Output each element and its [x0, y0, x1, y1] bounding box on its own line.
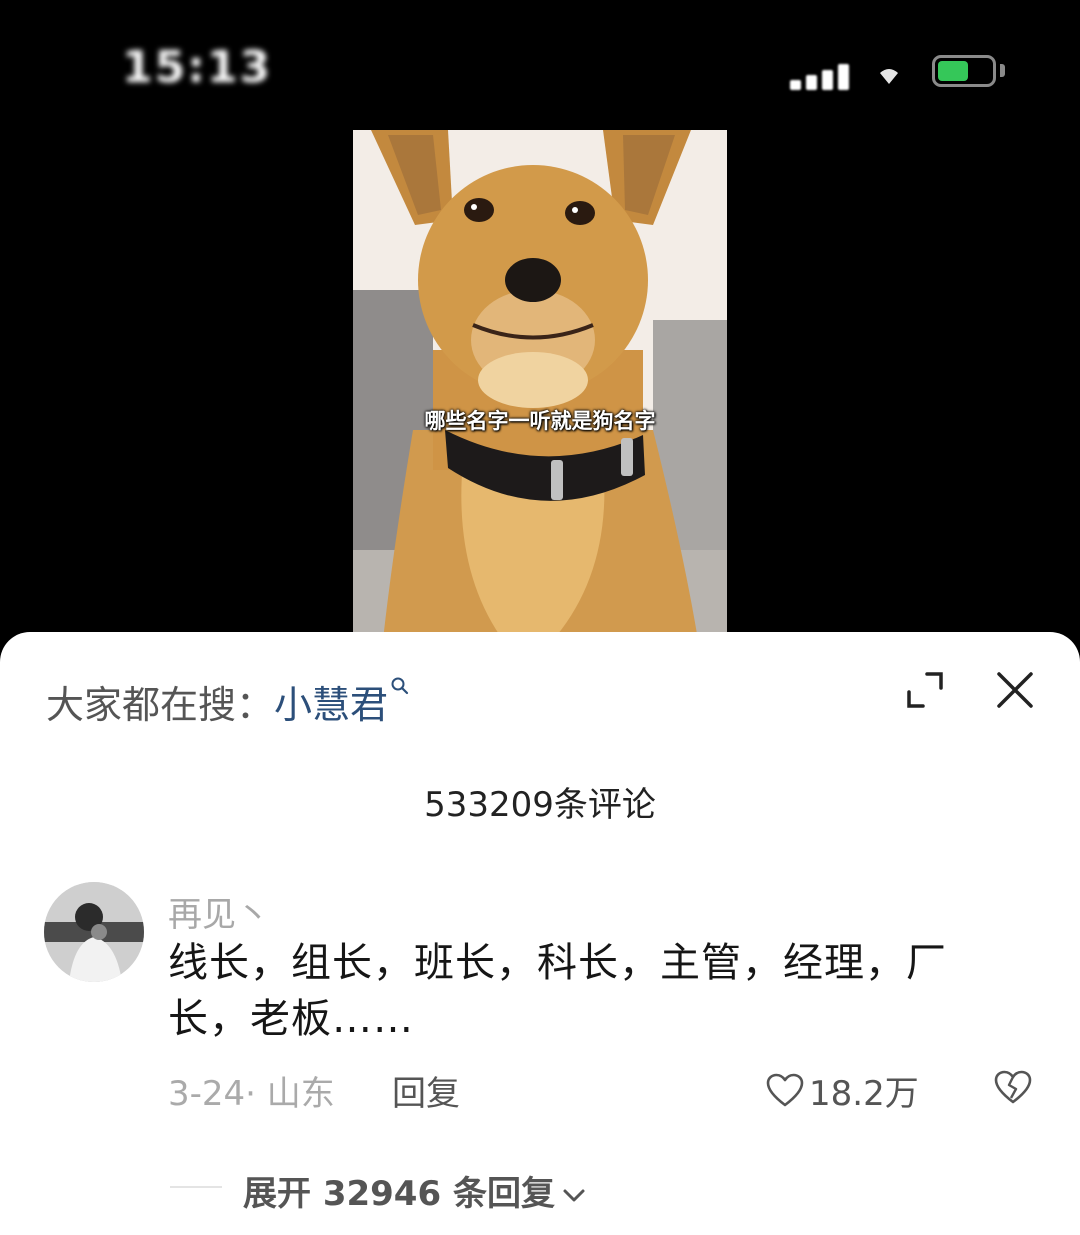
video-player[interactable]: 哪些名字一听就是狗名字 [353, 130, 727, 640]
close-icon[interactable] [995, 670, 1035, 710]
cellular-signal-icon [790, 62, 850, 90]
comment-username[interactable]: 再见丶 [168, 887, 270, 936]
status-bar: 15:13 [0, 0, 1080, 120]
search-icon[interactable] [390, 676, 410, 696]
expand-replies-label: 展开 32946 条回复 [243, 1174, 555, 1214]
battery-level [938, 61, 968, 81]
dog-video-frame [353, 130, 727, 640]
like-count: 18.2万 [809, 1074, 919, 1114]
comment-sheet: 大家都在搜：小慧君 533209条评论 再见丶 线长，组长，班长，科长，主管，经… [0, 632, 1080, 1235]
expand-replies-button[interactable]: 展开 32946 条回复 [243, 1166, 589, 1215]
comment-count: 533209条评论 [424, 785, 656, 825]
chevron-down-icon [563, 1189, 585, 1201]
replies-divider [170, 1186, 222, 1188]
reply-button[interactable]: 回复 [392, 1066, 460, 1115]
wifi-icon [880, 69, 898, 84]
avatar-image [44, 882, 144, 982]
battery-icon [932, 55, 996, 87]
trending-term[interactable]: 小慧君 [274, 683, 388, 727]
like-button[interactable]: 18.2万 [765, 1066, 919, 1114]
broken-heart-icon[interactable] [993, 1068, 1033, 1108]
comment-text: 线长，组长，班长，科长，主管，经理，厂长，老板…… [168, 940, 947, 1042]
battery-cap [1000, 64, 1005, 77]
avatar[interactable] [44, 882, 144, 982]
expand-icon[interactable] [905, 670, 945, 710]
trending-prefix: 大家都在搜： [46, 683, 275, 727]
trending-search[interactable]: 大家都在搜：小慧君 [46, 674, 410, 729]
heart-icon [766, 1073, 804, 1106]
video-caption: 哪些名字一听就是狗名字 [424, 409, 656, 433]
status-time: 15:13 [122, 42, 273, 93]
comment-date-location: 3-24· 山东 [168, 1074, 335, 1114]
